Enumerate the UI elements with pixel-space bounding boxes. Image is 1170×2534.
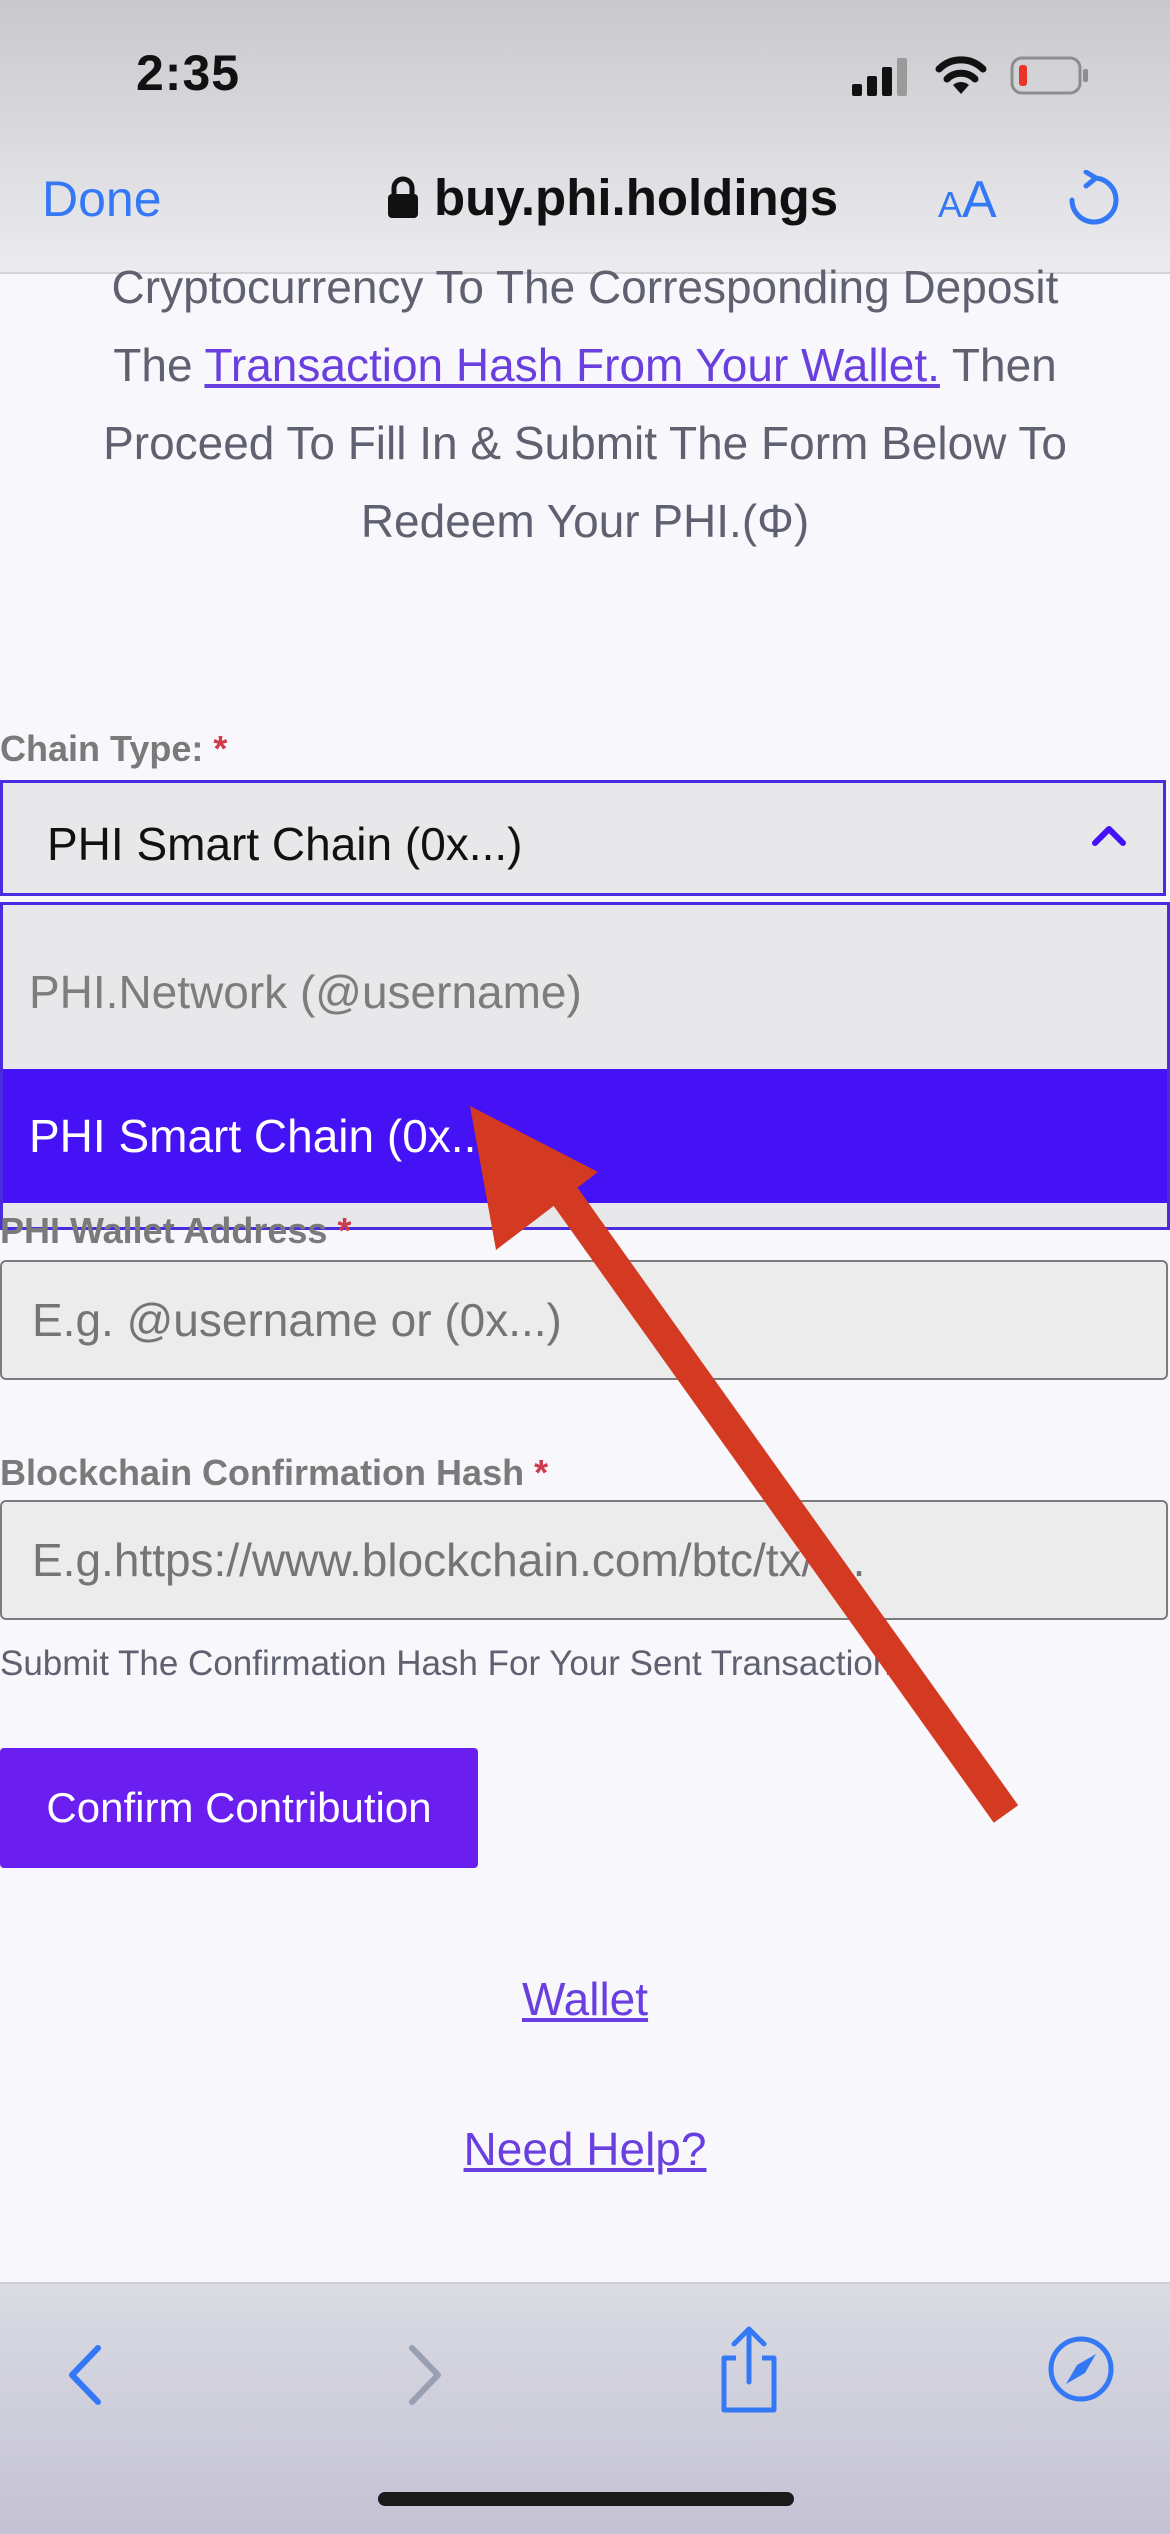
text-size-button[interactable]: AA bbox=[938, 170, 997, 230]
confirm-contribution-button[interactable]: Confirm Contribution bbox=[0, 1748, 478, 1868]
forward-icon[interactable] bbox=[398, 2340, 448, 2410]
lock-icon bbox=[388, 176, 418, 218]
compass-icon[interactable] bbox=[1046, 2334, 1116, 2404]
chain-type-select[interactable]: PHI Smart Chain (0x...) bbox=[0, 780, 1166, 896]
home-indicator[interactable] bbox=[378, 2492, 794, 2506]
confirmation-hash-label: Blockchain Confirmation Hash * bbox=[0, 1452, 548, 1494]
confirmation-hash-help-text: Submit The Confirmation Hash For Your Se… bbox=[0, 1644, 893, 1683]
option-phi-smart-chain[interactable]: PHI Smart Chain (0x...) bbox=[3, 1069, 1167, 1203]
required-asterisk: * bbox=[534, 1452, 549, 1493]
chain-type-selected-value: PHI Smart Chain (0x...) bbox=[47, 818, 523, 870]
browser-top-bar: 2:35 Done buy.phi.holdings AA bbox=[0, 0, 1170, 274]
reload-icon[interactable] bbox=[1064, 170, 1120, 226]
instructions-text: Cryptocurrency To The Corresponding Depo… bbox=[40, 248, 1130, 560]
wallet-address-label-text: PHI Wallet Address bbox=[0, 1210, 328, 1244]
chevron-up-icon bbox=[1092, 826, 1126, 846]
cellular-signal-icon bbox=[852, 58, 907, 96]
transaction-hash-link[interactable]: Transaction Hash From Your Wallet. bbox=[204, 339, 939, 391]
instructions-line-suffix: Then bbox=[939, 339, 1057, 391]
instructions-line: Redeem Your PHI.(Φ) bbox=[360, 495, 810, 547]
instructions-line: Cryptocurrency To The Corresponding Depo… bbox=[111, 261, 1059, 313]
required-asterisk: * bbox=[337, 1210, 352, 1244]
chain-type-label: Chain Type: * bbox=[0, 728, 227, 770]
text-size-small-a: A bbox=[938, 184, 963, 225]
address-bar-url[interactable]: buy.phi.holdings bbox=[434, 168, 838, 227]
wallet-address-label: PHI Wallet Address * bbox=[0, 1210, 351, 1244]
instructions-line: The Transaction Hash From Your Wallet. T… bbox=[40, 326, 1130, 404]
done-button[interactable]: Done bbox=[42, 170, 162, 228]
battery-icon bbox=[1010, 56, 1088, 95]
chain-type-dropdown: PHI.Network (@username) PHI Smart Chain … bbox=[0, 902, 1170, 1230]
option-label: PHI Smart Chain (0x...) bbox=[29, 1110, 505, 1162]
text-size-large-a: A bbox=[962, 171, 997, 229]
instructions-line-prefix: The bbox=[113, 339, 205, 391]
confirmation-hash-label-text: Blockchain Confirmation Hash bbox=[0, 1452, 525, 1493]
status-time: 2:35 bbox=[136, 45, 241, 101]
need-help-link[interactable]: Need Help? bbox=[0, 2122, 1170, 2176]
chain-type-label-text: Chain Type: bbox=[0, 728, 204, 769]
back-icon[interactable] bbox=[62, 2340, 112, 2410]
instructions-line: Proceed To Fill In & Submit The Form Bel… bbox=[103, 417, 1067, 469]
option-phi-network[interactable]: PHI.Network (@username) bbox=[3, 905, 1167, 1039]
option-label: PHI.Network (@username) bbox=[29, 966, 582, 1018]
wifi-icon bbox=[935, 56, 987, 94]
required-asterisk: * bbox=[213, 728, 228, 769]
wallet-address-input[interactable] bbox=[0, 1260, 1168, 1380]
confirmation-hash-input[interactable] bbox=[0, 1500, 1168, 1620]
share-icon[interactable] bbox=[716, 2324, 782, 2414]
wallet-link[interactable]: Wallet bbox=[0, 1972, 1170, 2026]
